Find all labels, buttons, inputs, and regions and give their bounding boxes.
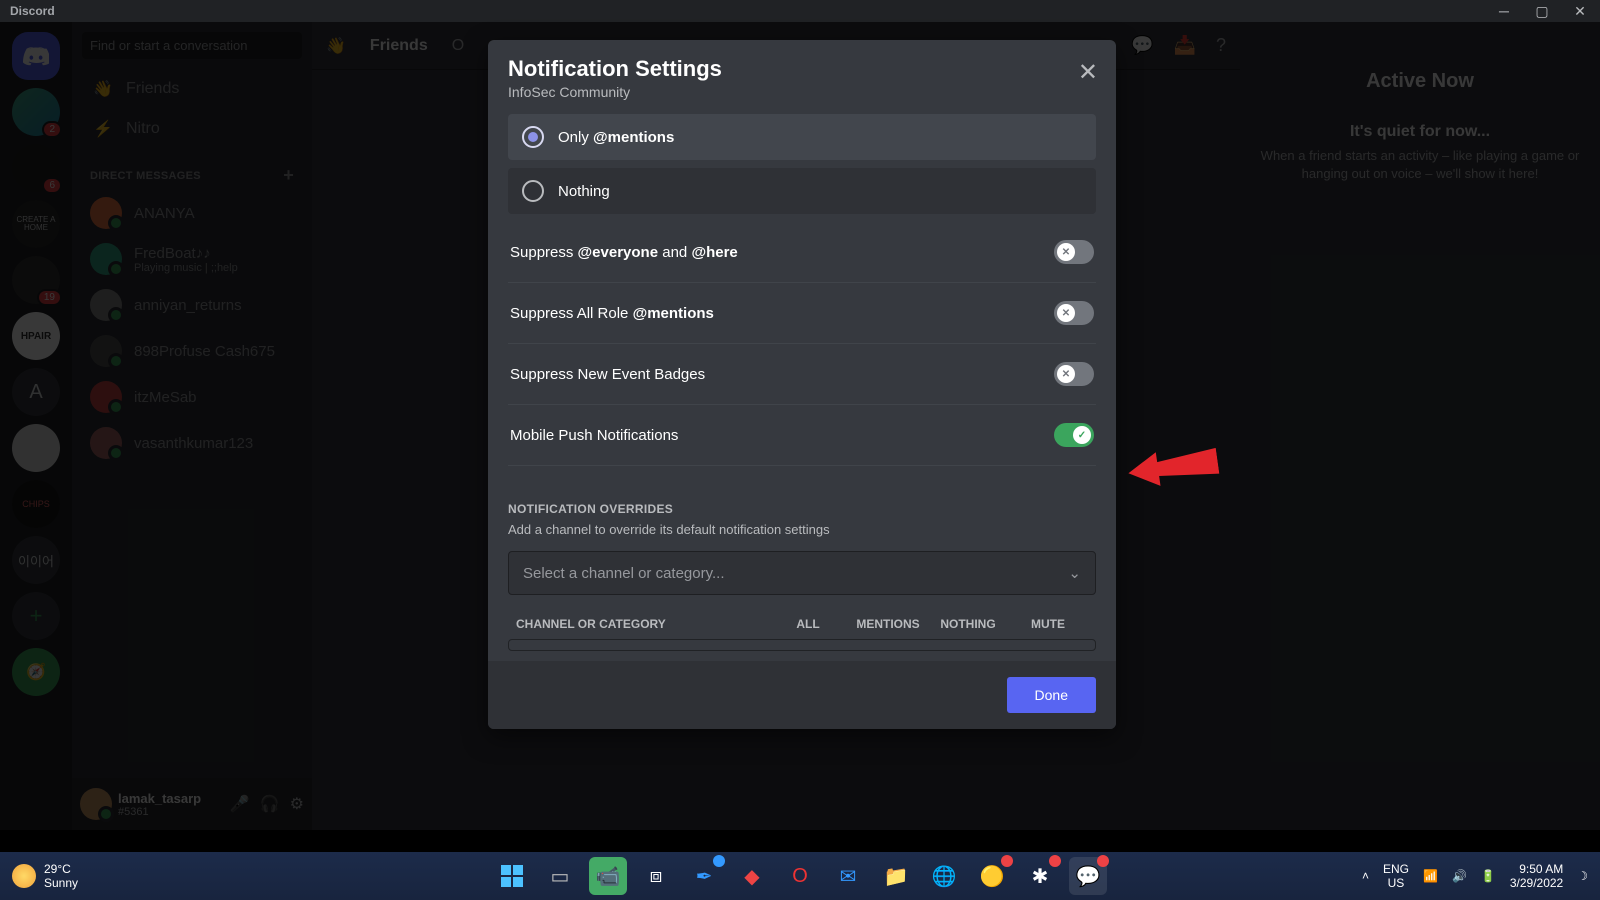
- toggle-suppress-event-badges: Suppress New Event Badges ✕: [508, 344, 1096, 405]
- overrides-table-body: [508, 639, 1096, 651]
- modal-close-icon[interactable]: ✕: [1078, 58, 1098, 87]
- clock[interactable]: 9:50 AM 3/29/2022: [1510, 862, 1563, 891]
- toggle-switch[interactable]: ✕: [1054, 362, 1094, 386]
- overrides-section-header: NOTIFICATION OVERRIDES: [508, 502, 1096, 516]
- modal-title: Notification Settings: [508, 56, 1096, 82]
- app-icon[interactable]: ◆: [733, 857, 771, 895]
- task-view-icon[interactable]: ▭: [541, 857, 579, 895]
- wifi-icon[interactable]: 📶: [1423, 869, 1438, 883]
- toggle-suppress-everyone-here: Suppress @everyone and @here ✕: [508, 222, 1096, 283]
- overrides-table-header: CHANNEL OR CATEGORY ALL MENTIONS NOTHING…: [508, 595, 1096, 639]
- system-tray: ˄ ENG US 📶 🔊 🔋 9:50 AM 3/29/2022 ☽: [1362, 862, 1588, 891]
- focus-icon[interactable]: ☽: [1577, 869, 1588, 883]
- radio-icon: [522, 180, 544, 202]
- explorer-icon[interactable]: 📁: [877, 857, 915, 895]
- toggle-suppress-role-mentions: Suppress All Role @mentions ✕: [508, 283, 1096, 344]
- done-button[interactable]: Done: [1007, 677, 1096, 713]
- radio-icon: [522, 126, 544, 148]
- toggle-switch[interactable]: ✕: [1054, 301, 1094, 325]
- notification-settings-modal: Notification Settings InfoSec Community …: [488, 40, 1116, 729]
- toggle-switch[interactable]: ✕: [1054, 240, 1094, 264]
- edge-icon[interactable]: 🌐: [925, 857, 963, 895]
- overrides-section-description: Add a channel to override its default no…: [508, 522, 1096, 537]
- volume-icon[interactable]: 🔊: [1452, 869, 1467, 883]
- channel-select[interactable]: Select a channel or category... ⌄: [508, 551, 1096, 595]
- windows-taskbar: 29°C Sunny ▭ 📹 ⧈ ✒ ◆ O ✉ 📁 🌐 🟡 ✱ 💬 ˄ ENG…: [0, 852, 1600, 900]
- window-titlebar: Discord ─ ▢ ✕: [0, 0, 1600, 22]
- app-title: Discord: [4, 4, 55, 18]
- start-icon[interactable]: [493, 857, 531, 895]
- weather-widget[interactable]: 29°C Sunny: [12, 862, 78, 890]
- modal-subtitle: InfoSec Community: [508, 84, 1096, 100]
- dropbox-icon[interactable]: ⧈: [637, 857, 675, 895]
- taskbar-apps: ▭ 📹 ⧈ ✒ ◆ O ✉ 📁 🌐 🟡 ✱ 💬: [493, 857, 1107, 895]
- radio-only-mentions[interactable]: Only @mentions: [508, 114, 1096, 160]
- chevron-down-icon: ⌄: [1068, 564, 1081, 582]
- app-icon[interactable]: ✒: [685, 857, 723, 895]
- toggle-switch[interactable]: ✓: [1054, 423, 1094, 447]
- sun-icon: [12, 864, 36, 888]
- app-icon[interactable]: 📹: [589, 857, 627, 895]
- toggle-mobile-push: Mobile Push Notifications ✓: [508, 405, 1096, 466]
- window-controls: ─ ▢ ✕: [1494, 3, 1596, 20]
- chrome-icon[interactable]: 🟡: [973, 857, 1011, 895]
- mail-icon[interactable]: ✉: [829, 857, 867, 895]
- close-icon[interactable]: ✕: [1570, 3, 1590, 20]
- tray-chevron-icon[interactable]: ˄: [1362, 869, 1369, 883]
- battery-icon[interactable]: 🔋: [1481, 869, 1496, 883]
- radio-nothing[interactable]: Nothing: [508, 168, 1096, 214]
- opera-icon[interactable]: O: [781, 857, 819, 895]
- discord-icon[interactable]: 💬: [1069, 857, 1107, 895]
- minimize-icon[interactable]: ─: [1494, 3, 1514, 20]
- maximize-icon[interactable]: ▢: [1532, 3, 1552, 20]
- slack-icon[interactable]: ✱: [1021, 857, 1059, 895]
